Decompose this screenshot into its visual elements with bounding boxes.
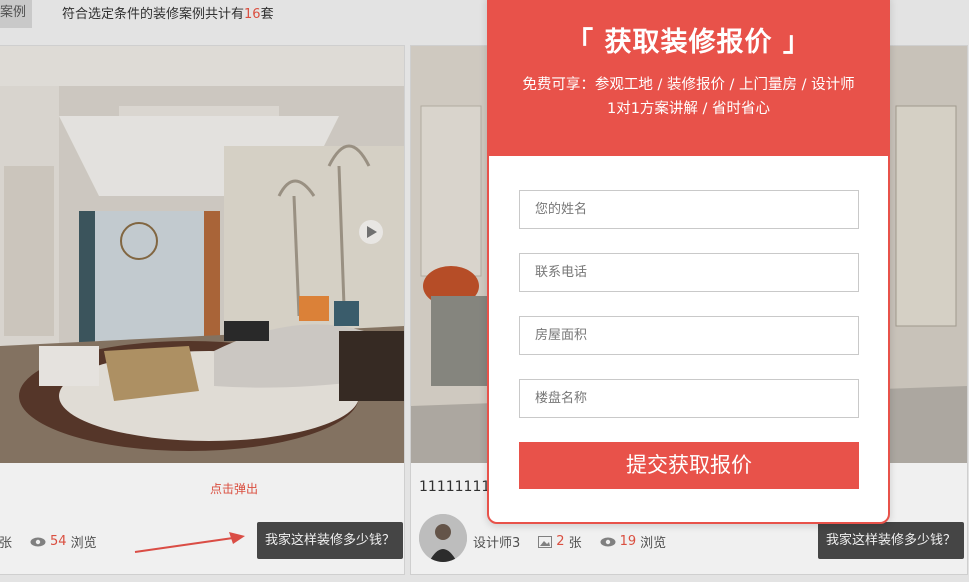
card-meta: 张 54 浏览 [0,532,97,551]
case-card[interactable]: 张 54 浏览 我家这样装修多少钱？ [0,45,405,575]
result-suffix: 套 [260,7,274,22]
name-field[interactable] [519,190,859,229]
eye-icon [30,537,46,546]
area-field[interactable] [519,316,859,355]
quote-button[interactable]: 我家这样装修多少钱？ [257,522,404,559]
designer-name[interactable]: 设计师3 [473,532,520,551]
view-count: 54 [50,534,67,549]
modal-header: 「 获取装修报价 」 免费可享：参观工地 / 装修报价 / 上门量房 / 设计师… [489,0,888,156]
filter-tab-label: 案例 [0,5,27,20]
result-prefix: 符合选定条件的装修案例共计有 [62,7,245,22]
result-count: 16 [244,7,261,22]
modal-title: 「 获取装修报价 」 [566,27,811,58]
building-field[interactable] [519,379,859,418]
filter-tab[interactable]: 案例 [0,0,32,28]
living-room-image[interactable] [0,46,404,463]
views-label: 浏览 [640,536,667,551]
subtitle-line-1: 免费可享：参观工地 / 装修报价 / 上门量房 / 设计师 [522,77,855,93]
card-meta: 设计师3 2张 19 浏览 [473,532,666,551]
subtitle-line-2: 1对1方案讲解 / 省时省心 [606,101,771,117]
quote-modal: 「 获取装修报价 」 免费可享：参观工地 / 装修报价 / 上门量房 / 设计师… [487,0,890,524]
image-count: 2 [556,534,565,549]
popup-hint: 点击弹出 [210,482,259,496]
submit-quote-button[interactable]: 提交获取报价 [519,442,859,489]
quote-button[interactable]: 我家这样装修多少钱？ [818,522,965,559]
eye-icon [600,537,616,546]
arrow-icon [134,532,245,553]
images-label: 张 [0,536,13,551]
image-icon [538,535,553,548]
result-summary: 符合选定条件的装修案例共计有16套 [62,3,274,22]
views-label: 浏览 [70,536,97,551]
images-label: 张 [568,536,582,551]
view-count: 19 [619,534,637,549]
avatar[interactable] [419,514,467,562]
modal-subtitle: 免费可享：参观工地 / 装修报价 / 上门量房 / 设计师 1对1方案讲解 / … [489,73,888,121]
phone-field[interactable] [519,253,859,292]
